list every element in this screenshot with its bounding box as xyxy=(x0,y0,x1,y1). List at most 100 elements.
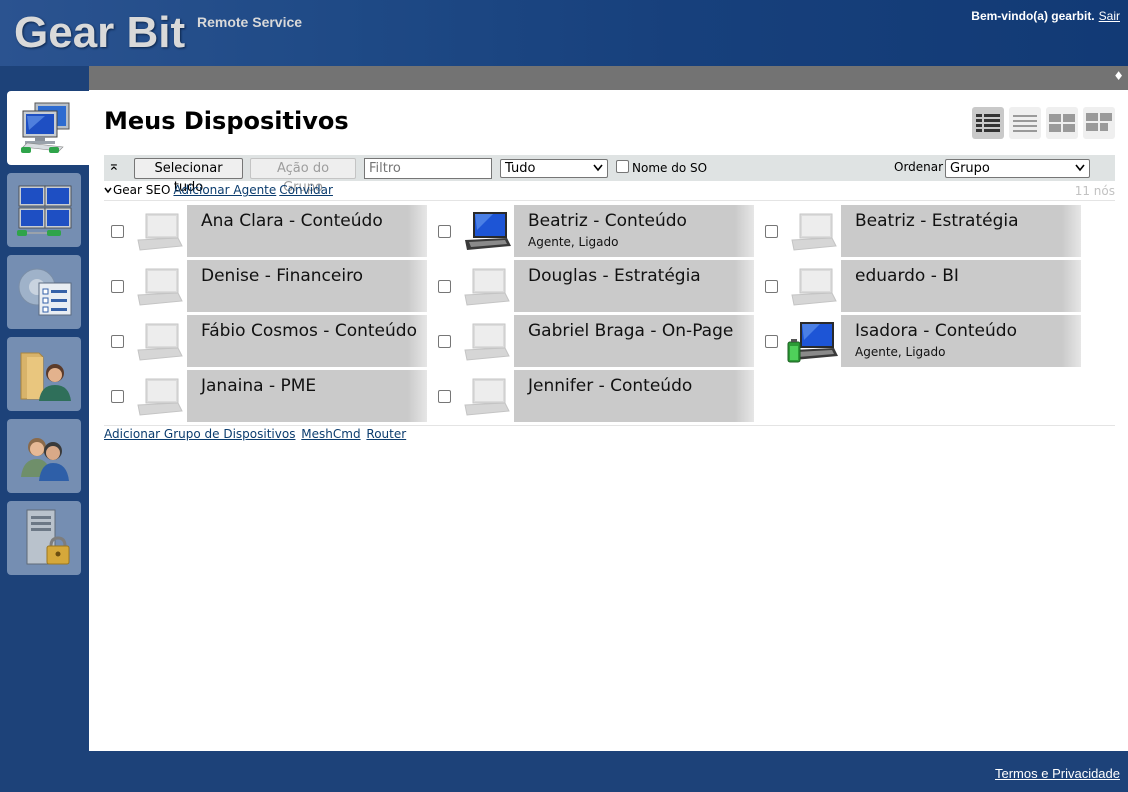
device-tile[interactable]: Beatriz - Conteúdo Agente, Ligado xyxy=(431,205,754,257)
device-label-box[interactable]: Isadora - Conteúdo Agente, Ligado xyxy=(841,315,1081,367)
collapse-toggle-icon[interactable]: ⌅ xyxy=(108,158,120,174)
device-checkbox[interactable] xyxy=(438,225,451,238)
view-tiles-button[interactable] xyxy=(1083,107,1115,139)
nav-my-users[interactable] xyxy=(7,419,81,493)
device-tile[interactable]: Jennifer - Conteúdo xyxy=(431,370,754,422)
device-name[interactable]: Beatriz - Conteúdo xyxy=(528,211,687,231)
add-agent-link[interactable]: Adicionar Agente xyxy=(173,183,276,197)
device-status: Agente, Ligado xyxy=(528,235,619,249)
laptop-offline-icon[interactable] xyxy=(459,263,513,309)
bottom-links: Adicionar Grupo de Dispositivos MeshCmd … xyxy=(104,425,1115,445)
os-name-checkbox[interactable] xyxy=(616,160,629,173)
top-toolbar-bar: ♦ xyxy=(89,66,1128,90)
server-lock-icon xyxy=(26,509,70,565)
device-name[interactable]: Denise - Financeiro xyxy=(201,266,363,286)
device-checkbox[interactable] xyxy=(438,390,451,403)
detailed-list-icon xyxy=(976,114,1000,132)
filter-type-value: Tudo xyxy=(505,161,536,176)
invite-link[interactable]: Convidar xyxy=(279,183,333,197)
device-name[interactable]: eduardo - BI xyxy=(855,266,959,286)
filter-type-select[interactable]: Tudo xyxy=(500,159,608,178)
laptop-offline-icon[interactable] xyxy=(786,263,840,309)
device-tile[interactable]: Douglas - Estratégia xyxy=(431,260,754,312)
device-checkbox[interactable] xyxy=(765,335,778,348)
device-checkbox[interactable] xyxy=(438,335,451,348)
device-checkbox[interactable] xyxy=(765,225,778,238)
device-name[interactable]: Beatriz - Estratégia xyxy=(855,211,1019,231)
meshcmd-link[interactable]: MeshCmd xyxy=(301,427,360,441)
view-list-button[interactable] xyxy=(1009,107,1041,139)
list-icon xyxy=(1013,115,1037,132)
device-checkbox[interactable] xyxy=(111,280,124,293)
chevron-down-icon[interactable] xyxy=(104,186,112,194)
router-link[interactable]: Router xyxy=(366,427,406,441)
diamond-menu-icon[interactable]: ♦ xyxy=(1113,69,1124,83)
nav-my-events[interactable] xyxy=(7,255,81,329)
device-tile[interactable]: Denise - Financeiro xyxy=(104,260,427,312)
device-tile[interactable]: Gabriel Braga - On-Page xyxy=(431,315,754,367)
view-grid-button[interactable] xyxy=(1046,107,1078,139)
laptop-offline-icon[interactable] xyxy=(459,373,513,419)
device-name[interactable]: Isadora - Conteúdo xyxy=(855,321,1017,341)
device-checkbox[interactable] xyxy=(111,390,124,403)
logout-link[interactable]: Sair xyxy=(1099,9,1120,23)
sort-select[interactable]: Grupo xyxy=(945,159,1090,178)
laptop-offline-icon[interactable] xyxy=(132,263,186,309)
view-detailed-list-button[interactable] xyxy=(972,107,1004,139)
device-checkbox[interactable] xyxy=(111,335,124,348)
device-label-box[interactable]: Jennifer - Conteúdo xyxy=(514,370,754,422)
grid-icon xyxy=(1049,114,1075,132)
laptop-offline-icon[interactable] xyxy=(132,208,186,254)
laptop-online-icon xyxy=(465,212,511,250)
device-name[interactable]: Douglas - Estratégia xyxy=(528,266,701,286)
device-name[interactable]: Gabriel Braga - On-Page xyxy=(528,321,733,341)
device-tile[interactable]: Ana Clara - Conteúdo xyxy=(104,205,427,257)
device-label-box[interactable]: Janaina - PME xyxy=(187,370,427,422)
device-name[interactable]: Fábio Cosmos - Conteúdo xyxy=(201,321,417,341)
chevron-down-icon xyxy=(593,164,603,172)
device-checkbox[interactable] xyxy=(438,280,451,293)
laptop-online-icon[interactable] xyxy=(459,208,513,254)
device-label-box[interactable]: Gabriel Braga - On-Page xyxy=(514,315,754,367)
device-label-box[interactable]: Douglas - Estratégia xyxy=(514,260,754,312)
device-label-box[interactable]: Denise - Financeiro xyxy=(187,260,427,312)
select-all-button[interactable]: Selecionar tudo xyxy=(134,158,243,195)
page-title: Meus Dispositivos xyxy=(104,107,349,135)
laptop-offline-icon[interactable] xyxy=(132,318,186,364)
nav-my-files[interactable] xyxy=(7,337,81,411)
device-label-box[interactable]: Ana Clara - Conteúdo xyxy=(187,205,427,257)
settings-checklist-icon xyxy=(18,268,72,316)
laptop-offline-icon[interactable] xyxy=(459,318,513,364)
device-tile[interactable]: Fábio Cosmos - Conteúdo xyxy=(104,315,427,367)
laptop-offline-icon[interactable] xyxy=(786,208,840,254)
os-name-label: Nome do SO xyxy=(632,161,708,175)
laptop-offline-icon xyxy=(464,268,510,306)
sort-value: Grupo xyxy=(950,161,990,176)
add-device-group-link[interactable]: Adicionar Grupo de Dispositivos xyxy=(104,427,295,441)
laptop-offline-icon xyxy=(464,378,510,416)
laptop-offline-icon[interactable] xyxy=(132,373,186,419)
filter-input[interactable]: Filtro xyxy=(364,158,492,179)
device-label-box[interactable]: Fábio Cosmos - Conteúdo xyxy=(187,315,427,367)
device-name[interactable]: Jennifer - Conteúdo xyxy=(528,376,692,396)
device-tile[interactable]: eduardo - BI xyxy=(758,260,1081,312)
laptop-online-icon[interactable] xyxy=(786,318,840,364)
terms-privacy-link[interactable]: Termos e Privacidade xyxy=(995,766,1120,781)
group-action-button[interactable]: Ação do Grupo xyxy=(250,158,356,195)
device-checkbox[interactable] xyxy=(765,280,778,293)
node-count: 11 nós xyxy=(1074,184,1115,198)
nav-my-devices[interactable] xyxy=(7,91,89,165)
device-tile[interactable]: Beatriz - Estratégia xyxy=(758,205,1081,257)
device-checkbox[interactable] xyxy=(111,225,124,238)
device-label-box[interactable]: Beatriz - Estratégia xyxy=(841,205,1081,257)
device-label-box[interactable]: eduardo - BI xyxy=(841,260,1081,312)
device-label-box[interactable]: Beatriz - Conteúdo Agente, Ligado xyxy=(514,205,754,257)
main-panel: Meus Dispositivos ⌅ Selecionar tudo Ação… xyxy=(89,90,1128,751)
laptop-offline-icon xyxy=(137,268,183,306)
device-tile[interactable]: Isadora - Conteúdo Agente, Ligado xyxy=(758,315,1081,367)
device-tile[interactable]: Janaina - PME xyxy=(104,370,427,422)
device-name[interactable]: Janaina - PME xyxy=(201,376,316,396)
nav-my-computers[interactable] xyxy=(7,173,81,247)
nav-my-server[interactable] xyxy=(7,501,81,575)
device-name[interactable]: Ana Clara - Conteúdo xyxy=(201,211,383,231)
